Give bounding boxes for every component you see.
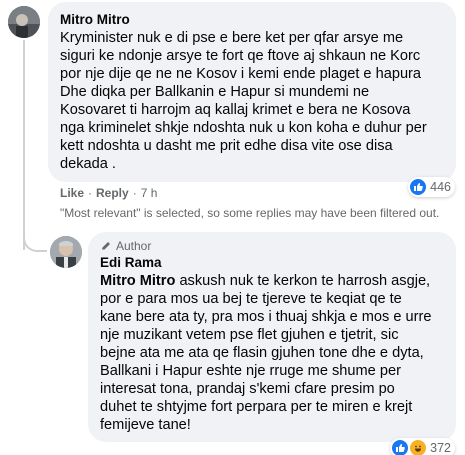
filter-note: "Most relevant" is selected, so some rep… — [60, 206, 440, 220]
reaction-count: 446 — [430, 180, 451, 194]
comment-line: dekada . — [60, 156, 116, 172]
reply-line: por e para mos ua bej te tjereve te keqi… — [100, 291, 402, 307]
comment-line: Dhe diqka per Ballkanin e Hapur si munde… — [60, 84, 370, 100]
like-button[interactable]: Like — [60, 186, 84, 200]
reply-line: bejne ata me ata qe flasin gjuhen tone d… — [100, 345, 424, 361]
comment-line: kett ndoshta u dasht me prit edhe disa v… — [60, 138, 393, 154]
reply-first-line: Mitro Mitro askush nuk te kerkon te harr… — [100, 272, 444, 290]
reply-bubble: Author Edi Rama Mitro Mitro askush nuk t… — [88, 232, 456, 442]
reply-line: Ballkani i Hapur eshte nje rruge me shum… — [100, 363, 401, 379]
like-icon — [392, 440, 409, 455]
pen-icon — [102, 242, 110, 250]
avatar-image — [50, 236, 82, 268]
comment-line: Kosovaret ti harrojm aq kallaj krimet e … — [60, 102, 411, 118]
comment-line: siguri ke ndonje arsye te fort qe ftove … — [60, 48, 421, 64]
reply-author[interactable]: Edi Rama — [100, 254, 444, 272]
comment-reactions[interactable]: 446 — [408, 177, 455, 197]
reply-line: nje muzikant vetem pse flet gjuhen e tje… — [100, 327, 399, 343]
reply-line-rest: askush nuk te kerkon te harrosh asgje, — [175, 273, 431, 289]
separator: · — [88, 186, 93, 200]
comment-line: por nje dije qe ne ne Kosov i kemi ende … — [60, 66, 422, 82]
comment-line: Kryminister nuk e di pse e bere ket per … — [60, 30, 404, 46]
comment-actions: Like · Reply · 7 h — [60, 186, 157, 200]
thread-line — [23, 40, 25, 250]
comment-line: nga kriminelet shkje ndoshta nuk u kon k… — [60, 120, 427, 136]
reaction-count: 372 — [430, 441, 451, 455]
avatar-edi[interactable] — [50, 236, 82, 268]
author-badge: Author — [100, 238, 444, 254]
thread-connector — [23, 228, 47, 252]
haha-icon — [410, 440, 427, 455]
reply-line: duhet te shtyjme fort perpara per te mir… — [100, 399, 413, 415]
timestamp[interactable]: 7 h — [141, 186, 158, 200]
reply-reactions[interactable]: 372 — [390, 438, 455, 455]
avatar-image — [8, 6, 40, 38]
separator: · — [132, 186, 137, 200]
author-badge-label: Author — [116, 239, 152, 253]
reply-button[interactable]: Reply — [96, 186, 129, 200]
reply-line: kane bere ata ty, pra mos i thuaj shkja … — [100, 309, 432, 325]
like-icon — [410, 179, 427, 195]
avatar-mitro[interactable] — [8, 6, 40, 38]
comment-bubble: Mitro Mitro Kryminister nuk e di pse e b… — [48, 2, 456, 182]
comment-author[interactable]: Mitro Mitro — [60, 11, 444, 29]
reply-line: interesat tona, prandaj s'kemi cfare pre… — [100, 381, 395, 397]
reply-line: femijeve tane! — [100, 417, 191, 433]
mention-link[interactable]: Mitro Mitro — [100, 273, 175, 289]
